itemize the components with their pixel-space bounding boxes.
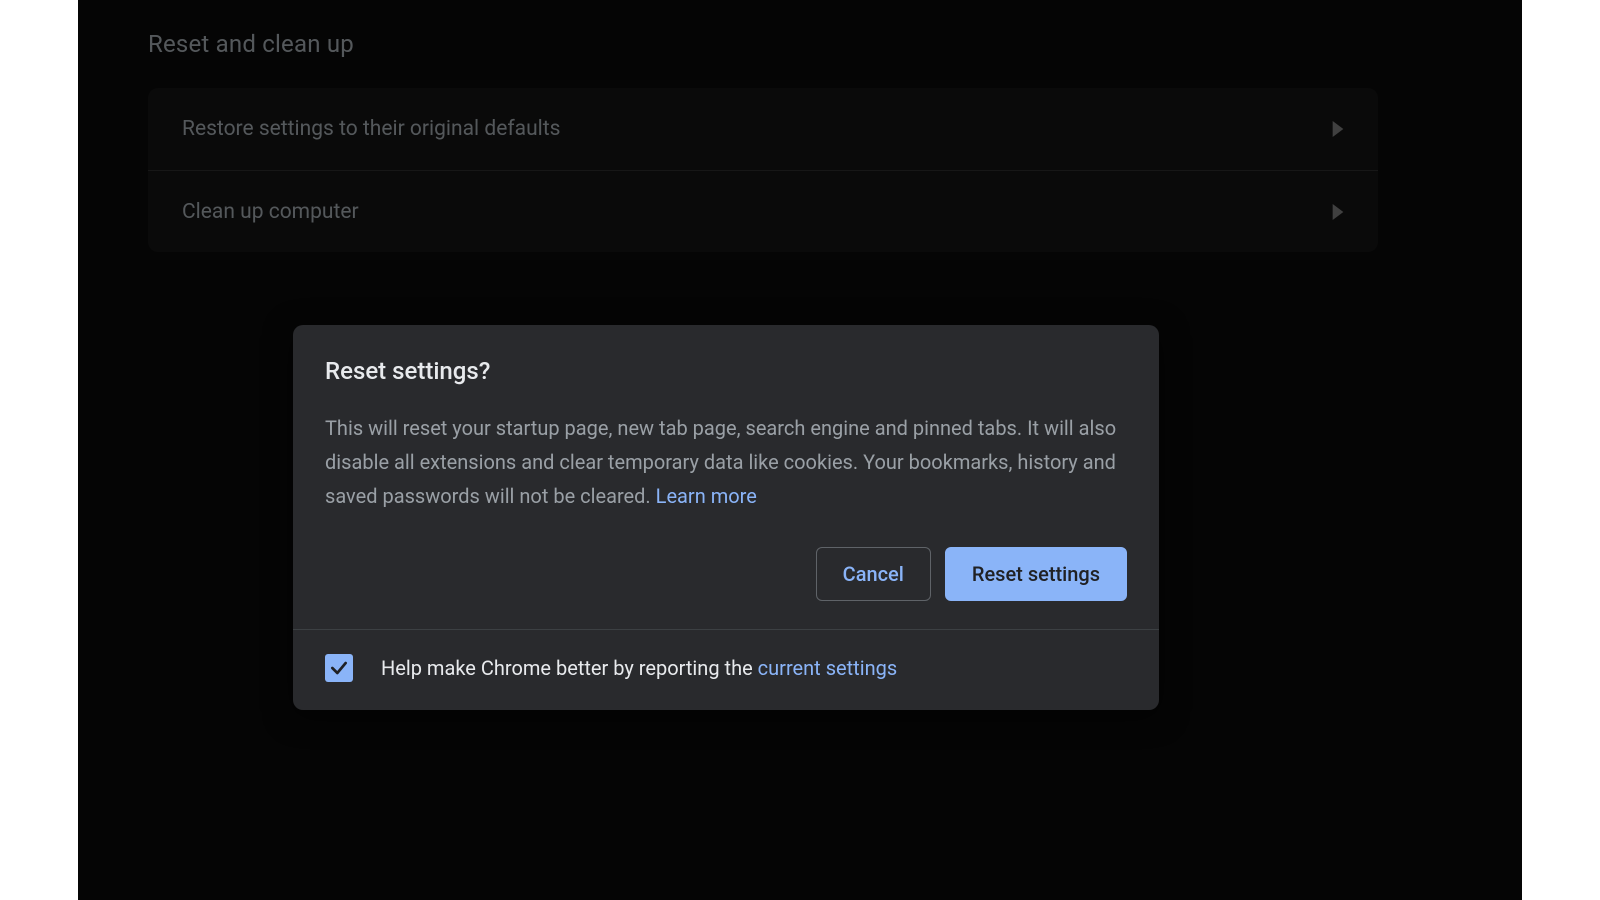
check-icon [329,658,349,678]
dialog-title: Reset settings? [325,357,1127,385]
dialog-footer: Help make Chrome better by reporting the… [293,629,1159,710]
dialog-body: Reset settings? This will reset your sta… [293,325,1159,629]
cancel-button[interactable]: Cancel [816,547,931,601]
report-settings-label: Help make Chrome better by reporting the… [381,656,897,680]
settings-page: Reset and clean up Restore settings to t… [78,0,1522,900]
report-settings-checkbox[interactable] [325,654,353,682]
dialog-description: This will reset your startup page, new t… [325,411,1127,513]
reset-settings-button[interactable]: Reset settings [945,547,1127,601]
report-settings-text: Help make Chrome better by reporting the [381,656,758,680]
learn-more-link[interactable]: Learn more [656,484,757,508]
current-settings-link[interactable]: current settings [758,656,898,680]
dialog-actions: Cancel Reset settings [325,513,1127,601]
reset-settings-dialog: Reset settings? This will reset your sta… [293,325,1159,710]
